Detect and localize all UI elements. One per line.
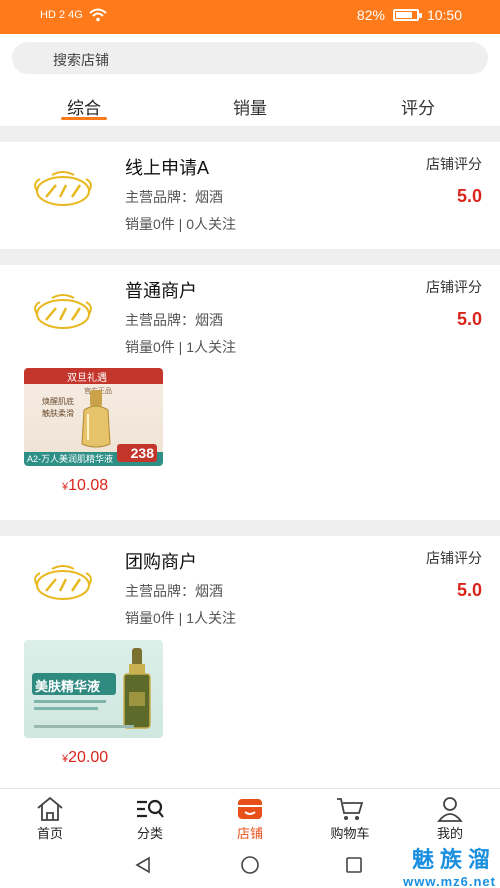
store-brand: 主营品牌：烟酒 [125, 189, 223, 205]
divider [0, 520, 500, 536]
store-name: 团购商户 [125, 552, 197, 572]
watermark-url: www.mz6.net [403, 874, 496, 888]
tab-label: 首页 [36, 826, 63, 841]
cart-icon [337, 798, 364, 820]
tab-me[interactable]: 我的 [400, 789, 500, 843]
search-placeholder: 搜索店铺 [53, 52, 109, 68]
product-thumbnail[interactable]: 美肤精华液 [24, 640, 163, 738]
watermark: 魅族溜 www.mz6.net [403, 842, 496, 888]
product-headline: 美肤精华液 [35, 679, 101, 694]
tab-sales[interactable]: 销量 [210, 94, 290, 119]
tab-label: 分类 [136, 826, 163, 841]
store-brand: 主营品牌：烟酒 [125, 583, 223, 599]
product-lines: 焕醒肌底 触肤柔滑 [42, 397, 74, 418]
store-stats: 销量0件 | 1人关注 [125, 610, 236, 626]
product-price: ¥10.08 [62, 477, 109, 494]
store-card[interactable]: 团购商户 主营品牌：烟酒 销量0件 | 1人关注 店铺评分 5.0 美肤精华液 … [0, 536, 500, 788]
serum-bottle-icon [123, 648, 151, 729]
product-caption: A2-万人美润肌精华液 [27, 454, 114, 464]
bottom-tab-bar: 首页 分类 店铺 购物车 我的 [0, 788, 500, 842]
search-input[interactable]: 搜索店铺 [12, 42, 488, 74]
store-rating: 5.0 [456, 580, 482, 600]
sort-tabs: 综合 销量 评分 [0, 86, 500, 126]
store-name: 普通商户 [125, 281, 197, 301]
wifi-icon [89, 8, 107, 22]
tab-label: 店铺 [236, 826, 263, 841]
rating-label: 店铺评分 [426, 550, 482, 566]
back-icon[interactable] [134, 856, 152, 874]
store-logo-icon [34, 294, 92, 329]
tab-rating[interactable]: 评分 [378, 94, 458, 119]
home-icon [37, 796, 63, 821]
clock: 10:50 [426, 7, 462, 23]
search-bar: 搜索店铺 [0, 34, 500, 86]
store-icon [238, 799, 262, 819]
product-banner: 双旦礼遇 [67, 373, 107, 384]
rating-label: 店铺评分 [426, 156, 482, 172]
product-thumbnail[interactable]: 双旦礼遇 官方正品 焕醒肌底 触肤柔滑 A2-万人美润肌精华液 238 [24, 368, 163, 466]
recents-icon[interactable] [345, 856, 363, 874]
store-card[interactable]: 普通商户 主营品牌：烟酒 销量0件 | 1人关注 店铺评分 5.0 双旦礼遇 官… [0, 265, 500, 520]
active-tab-indicator [61, 117, 107, 120]
tab-label: 购物车 [330, 826, 370, 841]
watermark-title: 魅族溜 [411, 847, 496, 872]
store-logo-icon [34, 565, 92, 600]
store-rating: 5.0 [456, 309, 482, 329]
status-bar: HD 2 4G 82% 10:50 [0, 0, 500, 34]
store-brand: 主营品牌：烟酒 [125, 312, 223, 328]
store-stats: 销量0件 | 1人关注 [125, 339, 236, 355]
rating-label: 店铺评分 [426, 279, 482, 295]
home-button-icon[interactable] [240, 855, 260, 875]
tab-cart[interactable]: 购物车 [300, 789, 400, 843]
store-stats: 销量0件 | 0人关注 [125, 216, 236, 232]
network-text: HD 2 4G [40, 9, 83, 21]
tab-store[interactable]: 店铺 [200, 789, 300, 843]
system-navigation-bar: 魅族溜 www.mz6.net [0, 842, 500, 888]
category-search-icon [137, 799, 164, 818]
user-icon [437, 797, 463, 822]
serum-bottle-icon [81, 390, 111, 448]
tab-category[interactable]: 分类 [100, 789, 200, 843]
store-rating: 5.0 [456, 186, 482, 206]
tab-home[interactable]: 首页 [0, 789, 100, 843]
store-card[interactable]: 线上申请A 主营品牌：烟酒 销量0件 | 0人关注 店铺评分 5.0 [0, 142, 500, 249]
battery-icon [392, 9, 422, 21]
divider [0, 249, 500, 265]
tab-label: 我的 [436, 826, 463, 841]
store-name: 线上申请A [125, 158, 210, 178]
divider [0, 126, 500, 142]
product-price-tag: 238 [130, 445, 154, 461]
battery-percent: 82% [356, 7, 385, 23]
store-logo-icon [34, 171, 92, 206]
tab-comprehensive[interactable]: 综合 [44, 94, 124, 119]
network-indicators: HD 2 4G [40, 8, 107, 22]
product-price: ¥20.00 [62, 749, 109, 766]
